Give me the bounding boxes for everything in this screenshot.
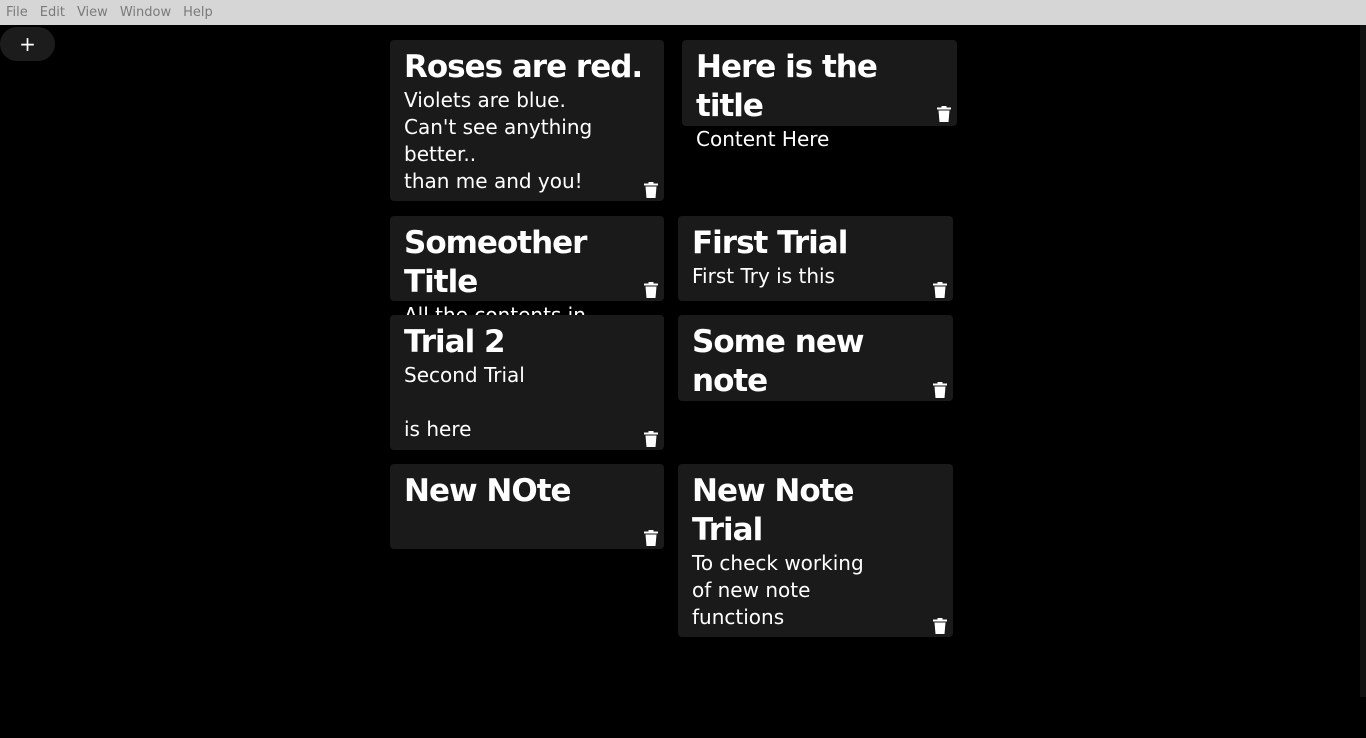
- note-card[interactable]: New Note Trial To check working of new n…: [678, 464, 953, 637]
- trash-icon[interactable]: [933, 282, 947, 298]
- note-title[interactable]: Roses are red.: [404, 48, 650, 87]
- note-card[interactable]: Trial 2 Second Trial is here: [390, 315, 664, 450]
- trash-icon[interactable]: [644, 282, 658, 298]
- trash-icon[interactable]: [933, 618, 947, 634]
- menu-bar: File Edit View Window Help: [0, 0, 1366, 25]
- note-title[interactable]: New NOte: [404, 472, 650, 511]
- scrollbar-track[interactable]: [1360, 25, 1366, 697]
- trash-icon[interactable]: [644, 182, 658, 198]
- menu-file[interactable]: File: [2, 0, 32, 25]
- note-card[interactable]: Roses are red. Violets are blue. Can't s…: [390, 40, 664, 201]
- note-card[interactable]: Here is the title Content Here: [682, 40, 957, 151]
- note-content[interactable]: Violets are blue. Can't see anything bet…: [404, 87, 650, 195]
- note-card[interactable]: First Trial First Try is this: [678, 216, 953, 301]
- menu-window[interactable]: Window: [116, 0, 175, 25]
- note-content[interactable]: First Try is this: [692, 263, 939, 290]
- note-content[interactable]: Second Trial is here: [404, 362, 650, 443]
- note-title[interactable]: Some new note: [692, 323, 939, 401]
- trash-icon[interactable]: [644, 431, 658, 447]
- note-title[interactable]: Trial 2: [404, 323, 650, 362]
- note-title[interactable]: First Trial: [692, 224, 939, 263]
- note-card[interactable]: New NOte: [390, 464, 664, 549]
- trash-icon[interactable]: [937, 106, 951, 122]
- menu-edit[interactable]: Edit: [36, 0, 69, 25]
- note-content[interactable]: Content Here: [696, 126, 943, 153]
- plus-icon: +: [19, 32, 36, 56]
- note-content[interactable]: To check working of new note functions: [692, 550, 939, 631]
- trash-icon[interactable]: [644, 530, 658, 546]
- note-title[interactable]: Someother Title: [404, 224, 650, 302]
- add-note-button[interactable]: +: [0, 27, 55, 61]
- note-card[interactable]: Some new note: [678, 315, 953, 401]
- note-card[interactable]: Someother Title All the contents in: [390, 216, 664, 327]
- note-title[interactable]: New Note Trial: [692, 472, 939, 550]
- trash-icon[interactable]: [933, 382, 947, 398]
- note-title[interactable]: Here is the title: [696, 48, 943, 126]
- menu-help[interactable]: Help: [179, 0, 217, 25]
- menu-view[interactable]: View: [73, 0, 112, 25]
